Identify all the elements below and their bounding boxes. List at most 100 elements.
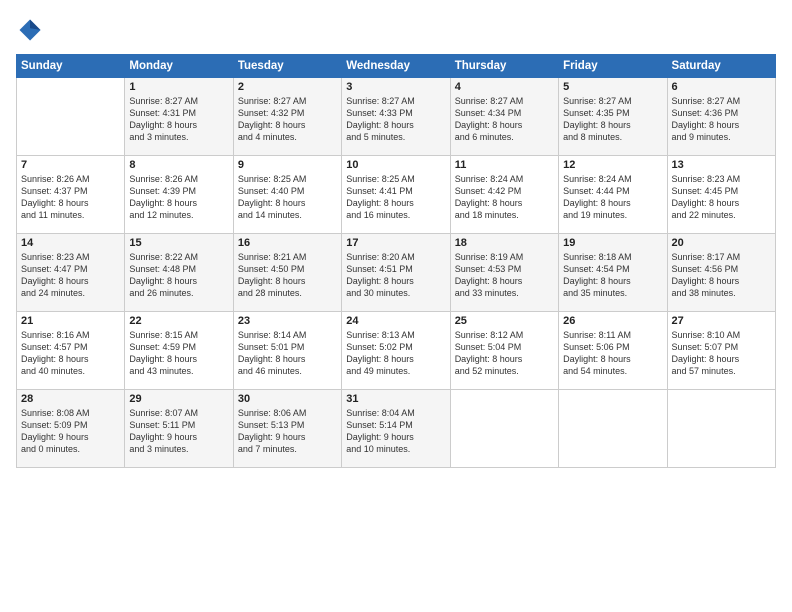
calendar-cell: 1 Sunrise: 8:27 AMSunset: 4:31 PMDaylight…	[125, 78, 233, 156]
calendar-row: 14Sunrise: 8:23 AMSunset: 4:47 PMDayligh…	[17, 234, 776, 312]
day-info: Sunrise: 8:20 AMSunset: 4:51 PMDaylight:…	[346, 251, 445, 300]
day-number: 1	[129, 81, 228, 93]
calendar-cell: 26 Sunrise: 8:11 AMSunset: 5:06 PMDayligh…	[559, 312, 667, 390]
day-info: Sunrise: 8:10 AMSunset: 5:07 PMDaylight:…	[672, 329, 771, 378]
day-info: Sunrise: 8:24 AMSunset: 4:42 PMDaylight:…	[455, 173, 554, 222]
calendar-cell: 18Sunrise: 8:19 AMSunset: 4:53 PMDayligh…	[450, 234, 558, 312]
day-number: 6	[672, 81, 771, 93]
calendar-cell: 4 Sunrise: 8:27 AMSunset: 4:34 PMDaylight…	[450, 78, 558, 156]
day-info: Sunrise: 8:04 AMSunset: 5:14 PMDaylight:…	[346, 407, 445, 456]
col-header-sunday: Sunday	[17, 55, 125, 78]
day-number: 15	[129, 237, 228, 249]
calendar-row: 7Sunrise: 8:26 AMSunset: 4:37 PMDaylight…	[17, 156, 776, 234]
day-info: Sunrise: 8:17 AMSunset: 4:56 PMDaylight:…	[672, 251, 771, 300]
logo	[16, 16, 48, 44]
col-header-tuesday: Tuesday	[233, 55, 341, 78]
calendar-cell: 6 Sunrise: 8:27 AMSunset: 4:36 PMDaylight…	[667, 78, 775, 156]
calendar-cell: 24 Sunrise: 8:13 AMSunset: 5:02 PMDayligh…	[342, 312, 450, 390]
day-info: Sunrise: 8:27 AMSunset: 4:35 PMDaylight:…	[563, 95, 662, 144]
day-number: 21	[21, 315, 120, 327]
calendar-cell: 11 Sunrise: 8:24 AMSunset: 4:42 PMDayligh…	[450, 156, 558, 234]
day-number: 10	[346, 159, 445, 171]
calendar-row: 1 Sunrise: 8:27 AMSunset: 4:31 PMDaylight…	[17, 78, 776, 156]
day-info: Sunrise: 8:27 AMSunset: 4:36 PMDaylight:…	[672, 95, 771, 144]
day-number: 13	[672, 159, 771, 171]
header	[16, 16, 776, 44]
calendar-cell: 27 Sunrise: 8:10 AMSunset: 5:07 PMDayligh…	[667, 312, 775, 390]
day-number: 31	[346, 393, 445, 405]
day-number: 24	[346, 315, 445, 327]
day-number: 27	[672, 315, 771, 327]
calendar-cell	[559, 390, 667, 468]
day-info: Sunrise: 8:11 AMSunset: 5:06 PMDaylight:…	[563, 329, 662, 378]
day-number: 17	[346, 237, 445, 249]
day-info: Sunrise: 8:27 AMSunset: 4:31 PMDaylight:…	[129, 95, 228, 144]
day-info: Sunrise: 8:08 AMSunset: 5:09 PMDaylight:…	[21, 407, 120, 456]
day-number: 2	[238, 81, 337, 93]
day-number: 5	[563, 81, 662, 93]
day-info: Sunrise: 8:18 AMSunset: 4:54 PMDaylight:…	[563, 251, 662, 300]
calendar-cell: 3Sunrise: 8:27 AMSunset: 4:33 PMDaylight…	[342, 78, 450, 156]
day-info: Sunrise: 8:07 AMSunset: 5:11 PMDaylight:…	[129, 407, 228, 456]
col-header-monday: Monday	[125, 55, 233, 78]
day-number: 11	[455, 159, 554, 171]
day-info: Sunrise: 8:24 AMSunset: 4:44 PMDaylight:…	[563, 173, 662, 222]
page: SundayMondayTuesdayWednesdayThursdayFrid…	[0, 0, 792, 612]
day-info: Sunrise: 8:16 AMSunset: 4:57 PMDaylight:…	[21, 329, 120, 378]
calendar-cell: 30 Sunrise: 8:06 AMSunset: 5:13 PMDayligh…	[233, 390, 341, 468]
day-info: Sunrise: 8:27 AMSunset: 4:34 PMDaylight:…	[455, 95, 554, 144]
calendar-cell: 19 Sunrise: 8:18 AMSunset: 4:54 PMDayligh…	[559, 234, 667, 312]
calendar-row: 21 Sunrise: 8:16 AMSunset: 4:57 PMDayligh…	[17, 312, 776, 390]
calendar-cell: 21 Sunrise: 8:16 AMSunset: 4:57 PMDayligh…	[17, 312, 125, 390]
day-number: 23	[238, 315, 337, 327]
day-info: Sunrise: 8:21 AMSunset: 4:50 PMDaylight:…	[238, 251, 337, 300]
day-number: 20	[672, 237, 771, 249]
calendar-cell: 31 Sunrise: 8:04 AMSunset: 5:14 PMDayligh…	[342, 390, 450, 468]
calendar-cell: 15Sunrise: 8:22 AMSunset: 4:48 PMDayligh…	[125, 234, 233, 312]
calendar-cell: 5 Sunrise: 8:27 AMSunset: 4:35 PMDaylight…	[559, 78, 667, 156]
day-info: Sunrise: 8:27 AMSunset: 4:32 PMDaylight:…	[238, 95, 337, 144]
calendar-cell: 20 Sunrise: 8:17 AMSunset: 4:56 PMDayligh…	[667, 234, 775, 312]
day-number: 8	[129, 159, 228, 171]
day-number: 4	[455, 81, 554, 93]
day-number: 25	[455, 315, 554, 327]
day-number: 3	[346, 81, 445, 93]
day-info: Sunrise: 8:23 AMSunset: 4:45 PMDaylight:…	[672, 173, 771, 222]
day-number: 26	[563, 315, 662, 327]
calendar-cell: 2 Sunrise: 8:27 AMSunset: 4:32 PMDaylight…	[233, 78, 341, 156]
day-info: Sunrise: 8:26 AMSunset: 4:37 PMDaylight:…	[21, 173, 120, 222]
day-info: Sunrise: 8:15 AMSunset: 4:59 PMDaylight:…	[129, 329, 228, 378]
calendar-cell: 28Sunrise: 8:08 AMSunset: 5:09 PMDayligh…	[17, 390, 125, 468]
calendar-cell: 10 Sunrise: 8:25 AMSunset: 4:41 PMDayligh…	[342, 156, 450, 234]
day-number: 22	[129, 315, 228, 327]
logo-icon	[16, 16, 44, 44]
calendar-cell: 25 Sunrise: 8:12 AMSunset: 5:04 PMDayligh…	[450, 312, 558, 390]
day-number: 18	[455, 237, 554, 249]
day-number: 30	[238, 393, 337, 405]
day-info: Sunrise: 8:06 AMSunset: 5:13 PMDaylight:…	[238, 407, 337, 456]
calendar-cell: 12 Sunrise: 8:24 AMSunset: 4:44 PMDayligh…	[559, 156, 667, 234]
day-info: Sunrise: 8:12 AMSunset: 5:04 PMDaylight:…	[455, 329, 554, 378]
calendar-cell	[667, 390, 775, 468]
calendar-cell: 22 Sunrise: 8:15 AMSunset: 4:59 PMDayligh…	[125, 312, 233, 390]
calendar-row: 28Sunrise: 8:08 AMSunset: 5:09 PMDayligh…	[17, 390, 776, 468]
calendar-cell: 7Sunrise: 8:26 AMSunset: 4:37 PMDaylight…	[17, 156, 125, 234]
day-info: Sunrise: 8:13 AMSunset: 5:02 PMDaylight:…	[346, 329, 445, 378]
calendar-cell: 9Sunrise: 8:25 AMSunset: 4:40 PMDaylight…	[233, 156, 341, 234]
day-info: Sunrise: 8:25 AMSunset: 4:41 PMDaylight:…	[346, 173, 445, 222]
calendar-cell	[17, 78, 125, 156]
calendar-cell: 16Sunrise: 8:21 AMSunset: 4:50 PMDayligh…	[233, 234, 341, 312]
col-header-wednesday: Wednesday	[342, 55, 450, 78]
calendar-cell: 29 Sunrise: 8:07 AMSunset: 5:11 PMDayligh…	[125, 390, 233, 468]
day-number: 19	[563, 237, 662, 249]
day-info: Sunrise: 8:14 AMSunset: 5:01 PMDaylight:…	[238, 329, 337, 378]
calendar-cell	[450, 390, 558, 468]
header-row: SundayMondayTuesdayWednesdayThursdayFrid…	[17, 55, 776, 78]
day-number: 12	[563, 159, 662, 171]
day-number: 29	[129, 393, 228, 405]
col-header-friday: Friday	[559, 55, 667, 78]
day-number: 14	[21, 237, 120, 249]
calendar-cell: 13 Sunrise: 8:23 AMSunset: 4:45 PMDayligh…	[667, 156, 775, 234]
calendar-cell: 8Sunrise: 8:26 AMSunset: 4:39 PMDaylight…	[125, 156, 233, 234]
calendar-cell: 23 Sunrise: 8:14 AMSunset: 5:01 PMDayligh…	[233, 312, 341, 390]
